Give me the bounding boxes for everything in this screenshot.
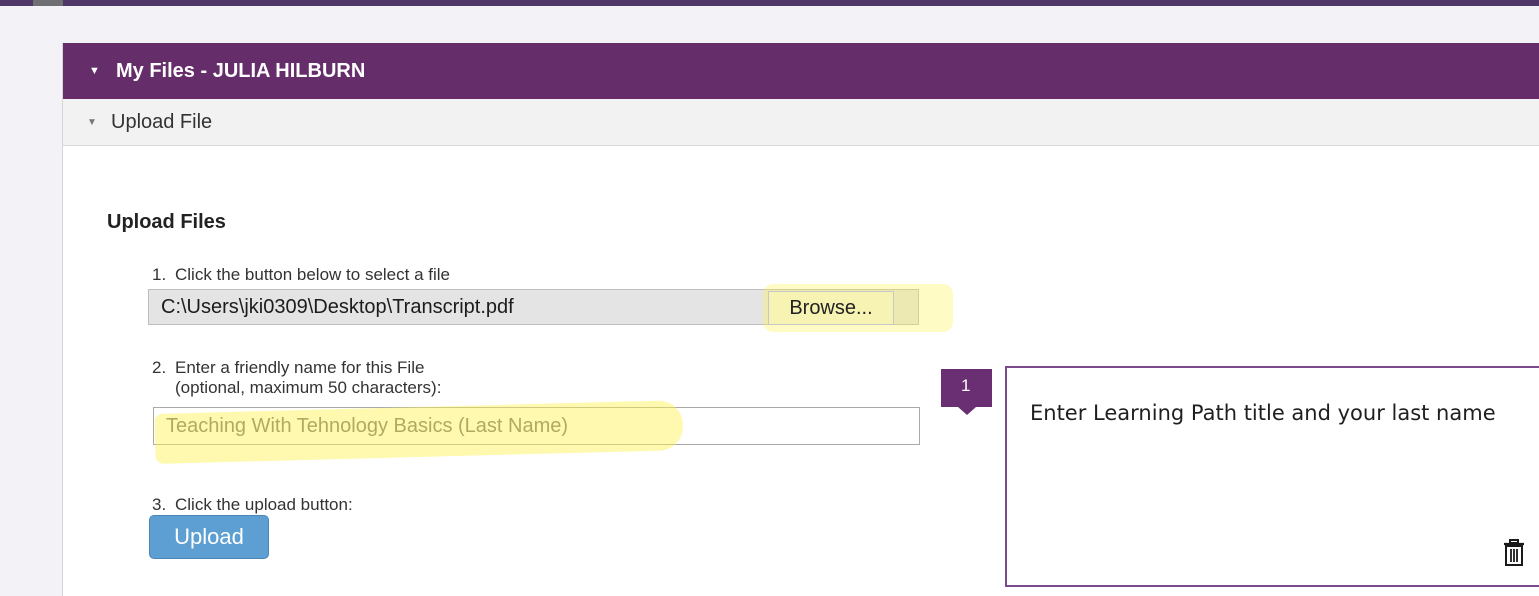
step-2-subtext: (optional, maximum 50 characters): [175,378,442,397]
file-path-value: C:\Users\jki0309\Desktop\Transcript.pdf [161,296,514,318]
callout-number: 1 [961,376,971,395]
trash-icon-svg [1504,539,1524,566]
annotation-callout: Enter Learning Path title and your last … [1005,366,1539,587]
callout-text: Enter Learning Path title and your last … [1030,401,1496,425]
panel-title: My Files - JULIA HILBURN [116,59,366,82]
step-number: 2. [152,358,167,377]
step-text: Enter a friendly name for this File [175,358,425,377]
upload-button[interactable]: Upload [149,515,269,559]
caret-down-icon[interactable]: ▼ [89,65,105,77]
upload-file-section-header[interactable]: ▼ Upload File [63,99,1539,146]
step-3-instruction: 3. Click the upload button: [152,495,353,515]
my-files-panel: ▼ My Files - JULIA HILBURN ▼ Upload File… [62,43,1539,596]
panel-header[interactable]: ▼ My Files - JULIA HILBURN [63,43,1539,99]
step-2-instruction: 2. Enter a friendly name for this File [152,358,424,378]
top-nav-bar [0,0,1539,6]
step-number: 1. [152,265,167,284]
upload-files-heading: Upload Files [107,211,226,233]
top-nav-tab[interactable] [33,0,63,6]
callout-marker[interactable]: 1 [941,369,992,415]
caret-down-icon[interactable]: ▼ [87,117,103,128]
step-number: 3. [152,495,167,514]
step-text: Click the button below to select a file [175,265,450,284]
browse-button[interactable]: Browse... [768,291,894,325]
step-1-instruction: 1. Click the button below to select a fil… [152,265,450,285]
step-text: Click the upload button: [175,495,353,514]
section-label: Upload File [111,110,213,133]
trash-icon[interactable] [1503,539,1525,567]
